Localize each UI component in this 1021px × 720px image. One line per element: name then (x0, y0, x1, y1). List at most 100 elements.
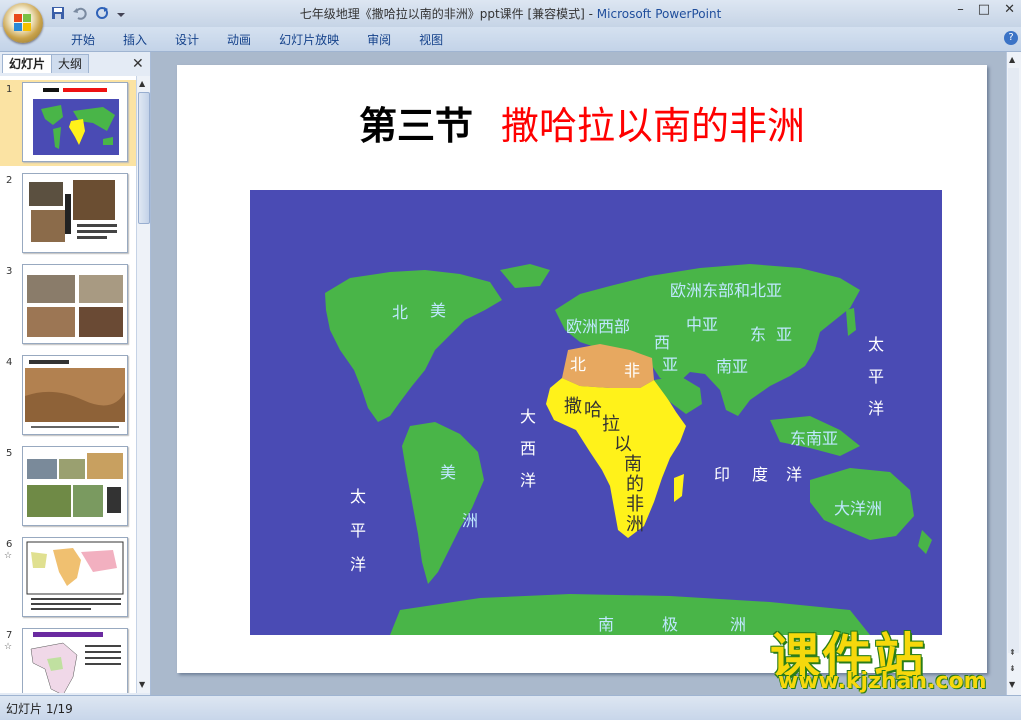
tab-review[interactable]: 审阅 (353, 31, 405, 48)
thumbnail-image (22, 355, 128, 435)
thumbnail-image (22, 173, 128, 253)
label-west-asia-1: 西 (654, 333, 670, 352)
slide-thumbnail-7[interactable]: 7 ☆ (0, 626, 136, 693)
tab-slides[interactable]: 幻灯片 (2, 54, 53, 73)
panel-close-icon[interactable]: ✕ (132, 56, 144, 72)
label-north-africa-1: 北 (570, 355, 586, 374)
title-bar: 七年级地理《撒哈拉以南的非洲》ppt课件 [兼容模式] - Microsoft … (0, 0, 1021, 43)
label-pacific-left-3: 洋 (350, 555, 366, 574)
thumbnail-image (22, 264, 128, 344)
tab-animations[interactable]: 动画 (213, 31, 265, 48)
minimize-button[interactable]: – (957, 2, 964, 17)
label-pacific-left-2: 平 (350, 521, 366, 540)
slide-title[interactable]: 第三节 撒哈拉以南的非洲 (177, 95, 987, 150)
label-sub-sahara-7: 非 (626, 494, 644, 515)
label-indian-2: 度 (752, 465, 768, 484)
label-southeast-asia: 东南亚 (790, 429, 838, 448)
tab-insert[interactable]: 插入 (109, 31, 161, 48)
slide-number: 7 (6, 630, 13, 641)
slide-editor: 第三节 撒哈拉以南的非洲 北 美 美 洲 欧洲东部和北亚 欧洲西部 北 非 西 … (151, 52, 1006, 695)
label-central-asia: 中亚 (686, 315, 718, 334)
thumbnail-image (22, 628, 128, 693)
window-title: 七年级地理《撒哈拉以南的非洲》ppt课件 [兼容模式] - Microsoft … (0, 5, 1021, 22)
tab-view[interactable]: 视图 (405, 31, 457, 48)
label-oceania: 大洋洲 (834, 499, 882, 518)
label-south-asia: 南亚 (716, 357, 748, 376)
label-antarctica-2: 极 (662, 615, 678, 634)
editor-scrollbar[interactable]: ▲ ⇞ ⇟ ▼ (1006, 52, 1021, 695)
tab-slideshow[interactable]: 幻灯片放映 (265, 31, 353, 48)
slide-thumbnail-1[interactable]: 1 (0, 80, 136, 166)
thumbnail-list: 1 2 3 4 5 6 ☆ 7 ☆ (0, 76, 136, 693)
prev-slide-icon[interactable]: ⇞ (1009, 648, 1016, 657)
slide-number: 3 (6, 266, 13, 277)
slide-number: 5 (6, 448, 13, 459)
label-sub-sahara-8: 洲 (626, 514, 644, 535)
scroll-down-icon[interactable]: ▼ (139, 680, 145, 689)
label-indian-3: 洋 (786, 465, 802, 484)
animation-star-icon: ☆ (4, 551, 13, 561)
label-sub-sahara-1: 撒 (564, 396, 582, 417)
label-sub-sahara-2: 哈 (584, 400, 602, 421)
label-north-america-1: 北 (392, 303, 408, 322)
app-name: Microsoft PowerPoint (596, 7, 722, 21)
watermark-url: www.kjzhan.com (778, 669, 987, 694)
editor-scroll-track[interactable] (1008, 68, 1019, 653)
label-south-america-2: 洲 (462, 511, 478, 530)
slide-thumbnail-5[interactable]: 5 (0, 444, 136, 530)
panel-tabs: 幻灯片 大纲 (2, 54, 90, 74)
slide-canvas[interactable]: 第三节 撒哈拉以南的非洲 北 美 美 洲 欧洲东部和北亚 欧洲西部 北 非 西 … (177, 65, 987, 673)
next-slide-icon[interactable]: ⇟ (1009, 664, 1016, 673)
panel-scrollbar[interactable]: ▲ ▼ (136, 76, 150, 693)
label-south-america-1: 美 (440, 463, 456, 482)
label-atlantic-3: 洋 (520, 471, 536, 490)
watermark-logo: 课件站 www.kjzhan.com (770, 617, 1010, 697)
slide-number: 1 (6, 84, 13, 95)
title-section: 第三节 (358, 104, 473, 148)
label-north-america-2: 美 (430, 301, 446, 320)
scroll-up-icon[interactable]: ▲ (139, 79, 145, 88)
label-sub-sahara-6: 的 (626, 474, 644, 495)
tab-design[interactable]: 设计 (161, 31, 213, 48)
slide-thumbnail-3[interactable]: 3 (0, 262, 136, 348)
status-bar: 幻灯片 1/19 (0, 695, 1021, 720)
animation-star-icon: ☆ (4, 642, 13, 652)
maximize-button[interactable]: □ (978, 2, 990, 17)
office-button[interactable] (3, 3, 43, 43)
tab-outline[interactable]: 大纲 (51, 54, 90, 73)
label-europe-west: 欧洲西部 (566, 317, 630, 336)
label-north-africa-2: 非 (624, 361, 640, 380)
thumbnail-image (22, 446, 128, 526)
label-sub-sahara-5: 南 (624, 454, 642, 475)
label-atlantic-1: 大 (520, 407, 536, 426)
label-pacific-right-2: 平 (868, 367, 884, 386)
label-pacific-right-3: 洋 (868, 399, 884, 418)
label-europe-east: 欧洲东部和北亚 (670, 281, 782, 300)
window-controls: – □ ✕ (957, 2, 1015, 17)
label-indian-1: 印 (714, 465, 730, 484)
slide-number: 6 (6, 539, 13, 550)
label-pacific-right-1: 太 (868, 335, 884, 354)
slides-panel: 幻灯片 大纲 ✕ 1 2 3 4 5 6 ☆ 7 ☆ ▲ ▼ (0, 52, 151, 695)
ribbon-tabs: 开始 插入 设计 动画 幻灯片放映 审阅 视图 (57, 31, 457, 48)
close-button[interactable]: ✕ (1004, 2, 1015, 17)
slide-thumbnail-2[interactable]: 2 (0, 171, 136, 257)
world-map[interactable]: 北 美 美 洲 欧洲东部和北亚 欧洲西部 北 非 西 亚 中亚 东 亚 南亚 东… (250, 190, 942, 635)
label-atlantic-2: 西 (520, 439, 536, 458)
tab-home[interactable]: 开始 (57, 31, 109, 48)
thumbnail-image (22, 537, 128, 617)
help-icon[interactable]: ? (1004, 31, 1018, 45)
slide-number: 4 (6, 357, 13, 368)
scroll-up-icon[interactable]: ▲ (1009, 55, 1015, 64)
slide-thumbnail-6[interactable]: 6 ☆ (0, 535, 136, 621)
ribbon: 开始 插入 设计 动画 幻灯片放映 审阅 视图 ? (0, 27, 1021, 52)
panel-scroll-thumb[interactable] (138, 92, 150, 224)
label-antarctica-3: 洲 (730, 615, 746, 634)
slide-number: 2 (6, 175, 13, 186)
label-pacific-left-1: 太 (350, 487, 366, 506)
label-east-asia-2: 亚 (776, 325, 792, 344)
document-title: 七年级地理《撒哈拉以南的非洲》ppt课件 [兼容模式] - (299, 7, 597, 21)
slide-thumbnail-4[interactable]: 4 (0, 353, 136, 439)
thumbnail-image (22, 82, 128, 162)
office-logo-icon (14, 14, 32, 32)
